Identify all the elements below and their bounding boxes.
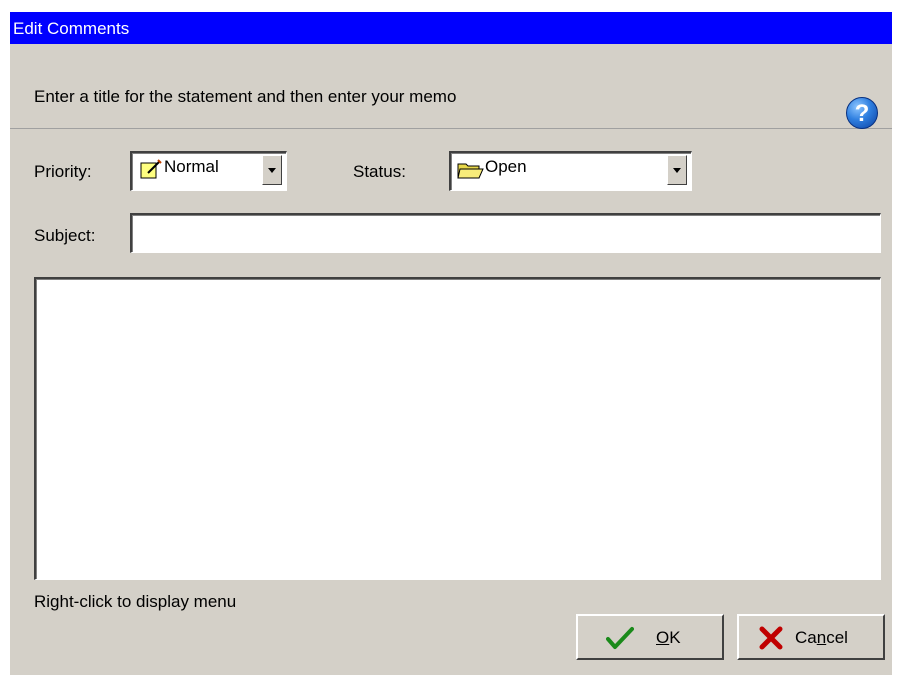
- memo-pencil-icon: [140, 159, 162, 179]
- priority-label: Priority:: [34, 162, 92, 181]
- priority-dropdown-button[interactable]: [262, 155, 282, 185]
- folder-icon: [457, 163, 484, 179]
- cancel-button[interactable]: Cancel: [737, 614, 885, 660]
- ok-label: OK: [656, 628, 681, 647]
- priority-dropdown[interactable]: Normal: [130, 151, 287, 191]
- status-label: Status:: [353, 162, 406, 181]
- dialog-header: Enter a title for the statement and then…: [10, 44, 892, 129]
- priority-value: Normal: [164, 157, 219, 176]
- cancel-label: Cancel: [795, 628, 848, 647]
- help-icon[interactable]: ?: [846, 97, 878, 129]
- window-title: Edit Comments: [13, 19, 130, 38]
- chevron-down-icon: [673, 168, 681, 173]
- chevron-down-icon: [268, 168, 276, 173]
- ok-button[interactable]: OK: [576, 614, 724, 660]
- edit-comments-dialog: Edit Comments Enter a title for the stat…: [10, 12, 892, 675]
- subject-label: Subject:: [34, 226, 96, 245]
- title-bar[interactable]: Edit Comments: [10, 12, 892, 44]
- memo-textarea[interactable]: [34, 277, 881, 580]
- instruction-text: Enter a title for the statement and then…: [34, 87, 457, 106]
- status-dropdown-button[interactable]: [667, 155, 687, 185]
- status-value: Open: [485, 157, 527, 176]
- checkmark-icon: [606, 627, 634, 649]
- status-dropdown[interactable]: Open: [449, 151, 692, 191]
- subject-field[interactable]: [130, 213, 881, 253]
- hint-text: Right-click to display menu: [34, 592, 237, 611]
- x-icon: [759, 626, 783, 650]
